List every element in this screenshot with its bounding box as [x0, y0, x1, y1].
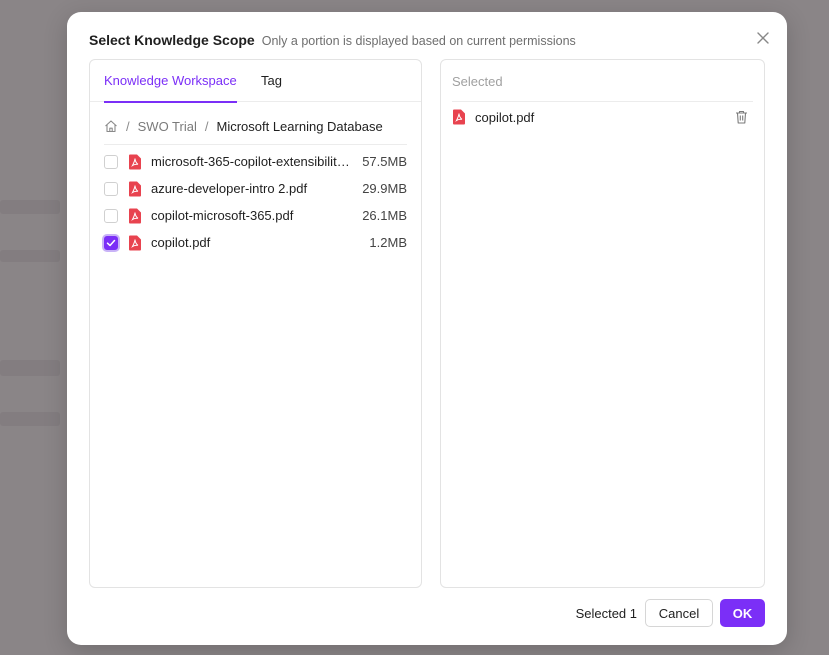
file-row[interactable]: copilot-microsoft-365.pdf 26.1MB — [104, 202, 407, 229]
breadcrumb-separator: / — [126, 118, 130, 134]
breadcrumb-item-swo-trial[interactable]: SWO Trial — [138, 119, 197, 134]
selected-item: copilot.pdf — [452, 107, 753, 127]
dialog-footer: Selected 1 Cancel OK — [576, 599, 765, 627]
file-checkbox[interactable] — [104, 208, 118, 223]
knowledge-scope-dialog: Select Knowledge Scope Only a portion is… — [67, 12, 787, 645]
pdf-file-icon — [453, 109, 465, 125]
pdf-file-icon — [129, 208, 141, 223]
selected-panel-header: Selected — [452, 74, 503, 89]
file-row[interactable]: microsoft-365-copilot-extensibility.... … — [104, 148, 407, 175]
remove-selected-button[interactable] — [733, 109, 749, 125]
file-checkbox[interactable] — [104, 154, 118, 169]
background-app — [0, 360, 60, 376]
trash-icon — [735, 110, 747, 124]
dialog-subtitle: Only a portion is displayed based on cur… — [261, 34, 576, 48]
file-name: copilot.pdf — [151, 235, 211, 250]
pdf-file-icon — [129, 235, 141, 250]
ok-button[interactable]: OK — [720, 599, 765, 627]
file-size: 29.9MB — [362, 181, 407, 196]
home-icon[interactable] — [104, 119, 118, 133]
file-name: azure-developer-intro 2.pdf — [151, 181, 308, 196]
checkmark-icon — [106, 239, 116, 246]
pdf-file-icon — [129, 181, 141, 196]
selected-count: Selected 1 — [575, 605, 637, 621]
close-icon — [757, 32, 769, 44]
file-row[interactable]: copilot.pdf 1.2MB — [104, 229, 407, 256]
dialog-header: Select Knowledge Scope Only a portion is… — [89, 32, 765, 52]
divider — [452, 101, 753, 102]
file-row[interactable]: azure-developer-intro 2.pdf 29.9MB — [104, 175, 407, 202]
file-checkbox[interactable] — [104, 181, 118, 196]
tab-knowledge-workspace[interactable]: Knowledge Workspace — [104, 73, 237, 103]
file-list: microsoft-365-copilot-extensibility.... … — [104, 148, 407, 256]
selected-item-name: copilot.pdf — [475, 109, 535, 125]
tab-bar: Knowledge Workspace Tag — [90, 60, 421, 103]
breadcrumb-item-current: Microsoft Learning Database — [216, 118, 383, 134]
breadcrumb: / SWO Trial / Microsoft Learning Databas… — [104, 118, 383, 134]
background-app — [0, 412, 60, 426]
tab-tag[interactable]: Tag — [261, 73, 282, 102]
cancel-button[interactable]: Cancel — [645, 599, 713, 627]
selected-panel: Selected copilot.pdf — [440, 59, 765, 588]
file-size: 57.5MB — [362, 154, 407, 169]
file-checkbox-checked[interactable] — [104, 235, 118, 250]
file-name: copilot-microsoft-365.pdf — [151, 208, 294, 223]
workspace-panel: Knowledge Workspace Tag / SWO Trial / Mi… — [89, 59, 422, 588]
background-app — [0, 250, 60, 262]
dialog-title: Select Knowledge Scope — [89, 32, 255, 48]
pdf-file-icon — [129, 154, 141, 169]
file-size: 26.1MB — [362, 208, 407, 223]
breadcrumb-separator: / — [204, 118, 209, 134]
file-name: microsoft-365-copilot-extensibility.... — [151, 154, 355, 169]
background-app — [0, 200, 60, 214]
file-size: 1.2MB — [369, 235, 407, 250]
close-button[interactable] — [753, 28, 773, 48]
divider — [104, 144, 407, 145]
